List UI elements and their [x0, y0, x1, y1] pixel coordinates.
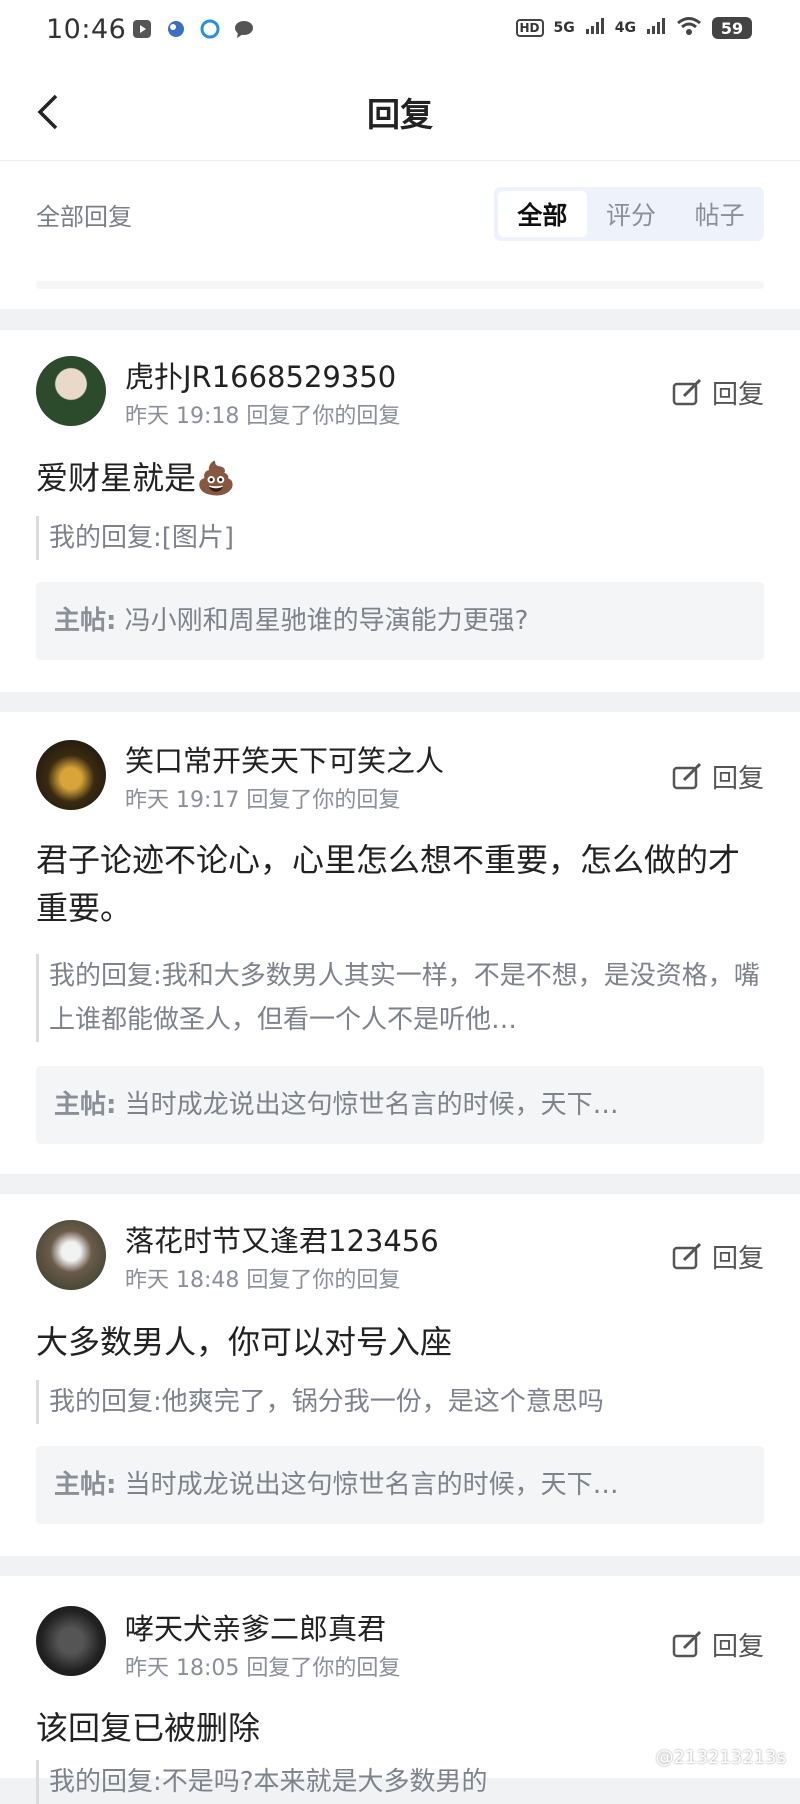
page-title: 回复 [367, 95, 433, 134]
hd-icon: HD [515, 19, 544, 37]
username[interactable]: 落花时节又逢君123456 [125, 1218, 439, 1260]
reply-meta: 昨天 19:17 回复了你的回复 [125, 782, 400, 814]
reply-time: 昨天 19:17 [125, 788, 240, 813]
main-post-link[interactable]: 主帖: 冯小刚和周星驰谁的导演能力更强? [36, 582, 764, 660]
tab-all[interactable]: 全部 [498, 191, 587, 237]
signal-icon [585, 17, 605, 39]
status-bar: 10:46 HD 5G 4G 59 [0, 0, 800, 62]
app-notification-icon [164, 17, 188, 41]
avatar[interactable] [36, 1606, 106, 1676]
reply-button-label: 回复 [711, 1632, 764, 1662]
message-icon [232, 17, 256, 41]
reply-button[interactable]: 回复 [672, 1626, 764, 1663]
battery-icon: 59 [712, 17, 752, 39]
reply-meta: 昨天 18:48 回复了你的回复 [125, 1262, 400, 1294]
reply-button[interactable]: 回复 [672, 1238, 764, 1275]
reply-content: 大多数男人，你可以对号入座 [36, 1323, 453, 1361]
reply-button-label: 回复 [711, 1244, 764, 1274]
main-post-label: 主帖: [54, 1470, 117, 1500]
my-reply-quote[interactable]: 我的回复:[图片] [36, 516, 764, 560]
avatar[interactable] [36, 1220, 106, 1290]
main-post-link[interactable]: 主帖: 当时成龙说出这句惊世名言的时候，天下… [36, 1446, 764, 1524]
edit-icon [672, 1630, 702, 1657]
reply-time: 昨天 19:18 [125, 404, 240, 429]
reply-content: 君子论迹不论心，心里怎么想不重要，怎么做的才重要。 [36, 841, 741, 927]
reply-button-label: 回复 [711, 380, 764, 410]
tab-rating[interactable]: 评分 [587, 191, 676, 237]
main-post-link[interactable]: 主帖: 当时成龙说出这句惊世名言的时候，天下… [36, 1066, 764, 1144]
reply-button[interactable]: 回复 [672, 374, 764, 411]
reply-action: 回复了你的回复 [246, 788, 401, 813]
reply-meta: 昨天 19:18 回复了你的回复 [125, 398, 400, 430]
edit-icon [672, 378, 702, 405]
status-system-icons: HD 5G 4G 59 [515, 16, 752, 40]
signal-5g-label: 5G [553, 20, 575, 36]
app-notification-icon [198, 17, 222, 41]
main-post-title: 冯小刚和周星驰谁的导演能力更强? [124, 606, 529, 636]
reply-content: 爱财星就是💩 [36, 459, 236, 497]
filter-label: 全部回复 [36, 203, 132, 231]
reply-content: 该回复已被删除 [36, 1709, 261, 1747]
signal-4g-label: 4G [614, 20, 636, 36]
edit-icon [672, 762, 702, 789]
username[interactable]: 哮天犬亲爹二郎真君 [125, 1606, 386, 1648]
filter-segmented-control: 全部 评分 帖子 [494, 187, 764, 241]
avatar[interactable] [36, 740, 106, 810]
username[interactable]: 虎扑JR1668529350 [125, 354, 396, 396]
status-notification-icons [130, 17, 256, 41]
my-reply-quote[interactable]: 我的回复:我和大多数男人其实一样，不是不想，是没资格，嘴上谁都能做圣人，但看一个… [36, 954, 764, 1042]
main-post-title: 当时成龙说出这句惊世名言的时候，天下… [124, 1470, 619, 1500]
edit-icon [672, 1242, 702, 1269]
nav-bar: 回复 [0, 62, 800, 161]
app-notification-icon [130, 17, 154, 41]
reply-action: 回复了你的回复 [246, 1268, 401, 1293]
username[interactable]: 笑口常开笑天下可笑之人 [125, 738, 444, 780]
reply-action: 回复了你的回复 [246, 404, 401, 429]
reply-card: 笑口常开笑天下可笑之人 昨天 19:17 回复了你的回复 回复 君子论迹不论心，… [0, 712, 800, 1174]
filter-bar: 全部回复 全部 评分 帖子 [0, 161, 800, 309]
my-reply-quote[interactable]: 我的回复:他爽完了，锅分我一份，是这个意思吗 [36, 1380, 764, 1424]
main-post-label: 主帖: [54, 606, 117, 636]
reply-button[interactable]: 回复 [672, 758, 764, 795]
status-time: 10:46 [46, 14, 127, 45]
avatar[interactable] [36, 356, 106, 426]
tab-posts[interactable]: 帖子 [675, 191, 764, 237]
signal-icon [646, 17, 666, 39]
watermark: @213213213s [655, 1747, 786, 1768]
reply-card: 虎扑JR1668529350 昨天 19:18 回复了你的回复 回复 爱财星就是… [0, 330, 800, 692]
main-post-title: 当时成龙说出这句惊世名言的时候，天下… [124, 1090, 619, 1120]
wifi-icon [676, 16, 702, 40]
reply-time: 昨天 18:48 [125, 1268, 240, 1293]
main-post-label: 主帖: [54, 1090, 117, 1120]
reply-time: 昨天 18:05 [125, 1656, 240, 1681]
reply-button-label: 回复 [711, 764, 764, 794]
divider [36, 281, 764, 289]
reply-meta: 昨天 18:05 回复了你的回复 [125, 1650, 400, 1682]
reply-card: 落花时节又逢君123456 昨天 18:48 回复了你的回复 回复 大多数男人，… [0, 1194, 800, 1556]
reply-action: 回复了你的回复 [246, 1656, 401, 1681]
